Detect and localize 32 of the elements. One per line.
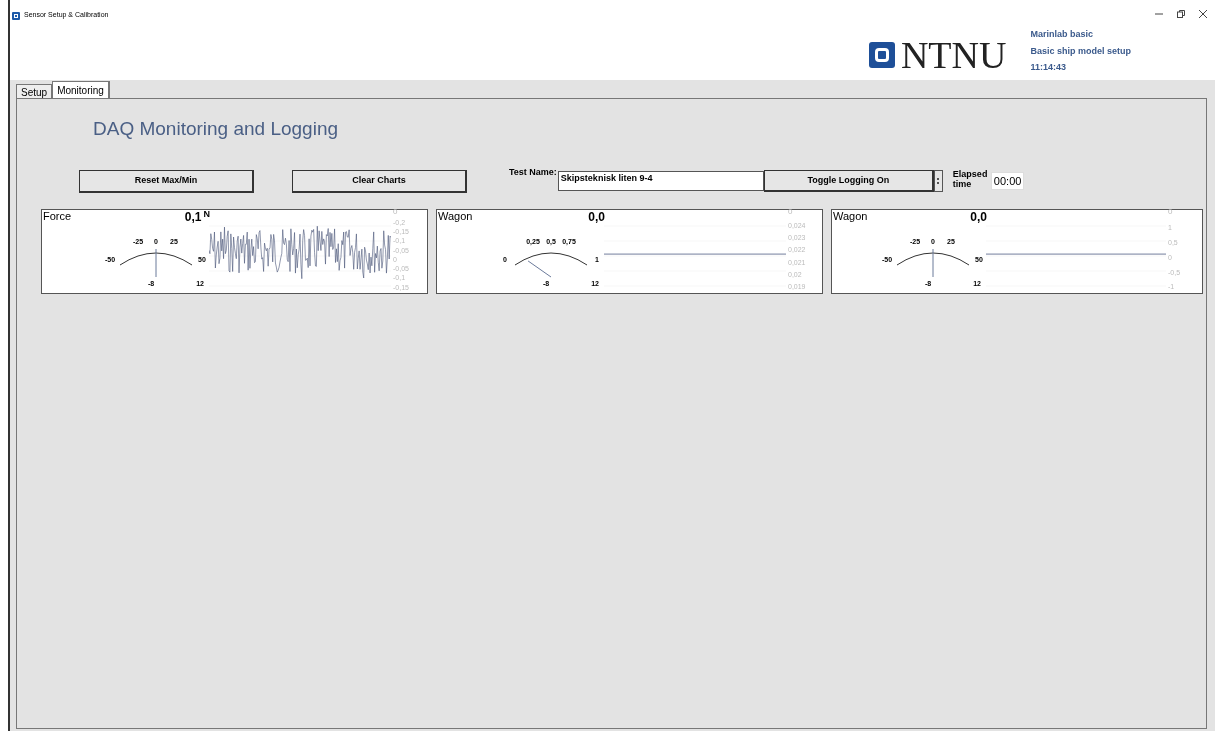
- logo-mark-icon: [868, 42, 895, 68]
- axis-corner-label: 0: [393, 207, 398, 216]
- elapsed-time-label: Elapsed time: [952, 169, 989, 189]
- tab[interactable]: Monitoring: [52, 81, 110, 98]
- clear-charts-button[interactable]: Clear Charts: [292, 169, 467, 193]
- monitor-value: 0,0: [970, 209, 987, 225]
- unit-label: N: [203, 209, 210, 219]
- monitor-title: Force: [43, 209, 72, 224]
- header-info-text: 11:14:43: [1030, 61, 1067, 74]
- header-info-text: Marinlab basic: [1030, 28, 1094, 41]
- test-name-label: Test Name:: [509, 165, 557, 179]
- reset-button[interactable]: Reset Max/Min: [79, 169, 254, 193]
- monitor-value: 0,1: [184, 209, 202, 225]
- test-name-field[interactable]: Skipsteknisk liten 9-4: [557, 171, 764, 191]
- spinner-control[interactable]: [933, 170, 943, 192]
- monitor-title: Wagon: [833, 209, 868, 224]
- axis-corner-label: 0: [1168, 207, 1173, 216]
- logo-text: NTNU: [900, 36, 1007, 74]
- elapsed-time-field: 00:00: [990, 172, 1025, 190]
- monitor-title: Wagon: [438, 209, 473, 224]
- app-icon: [12, 12, 20, 20]
- restore-icon[interactable]: [1177, 10, 1185, 18]
- gauge-dial-icon: [895, 246, 971, 279]
- axis-corner-label: 0: [788, 207, 793, 216]
- monitor-value: 0,0: [588, 209, 605, 225]
- gauge-dial-icon: [118, 246, 194, 279]
- tab[interactable]: Setup: [16, 84, 53, 98]
- minimize-icon[interactable]: [1155, 10, 1163, 18]
- page-title: DAQ Monitoring and Logging: [93, 117, 340, 141]
- close-icon[interactable]: [1199, 10, 1207, 18]
- toggle-logging-button[interactable]: Toggle Logging On: [763, 170, 934, 192]
- header-info-text: Basic ship model setup: [1030, 44, 1131, 58]
